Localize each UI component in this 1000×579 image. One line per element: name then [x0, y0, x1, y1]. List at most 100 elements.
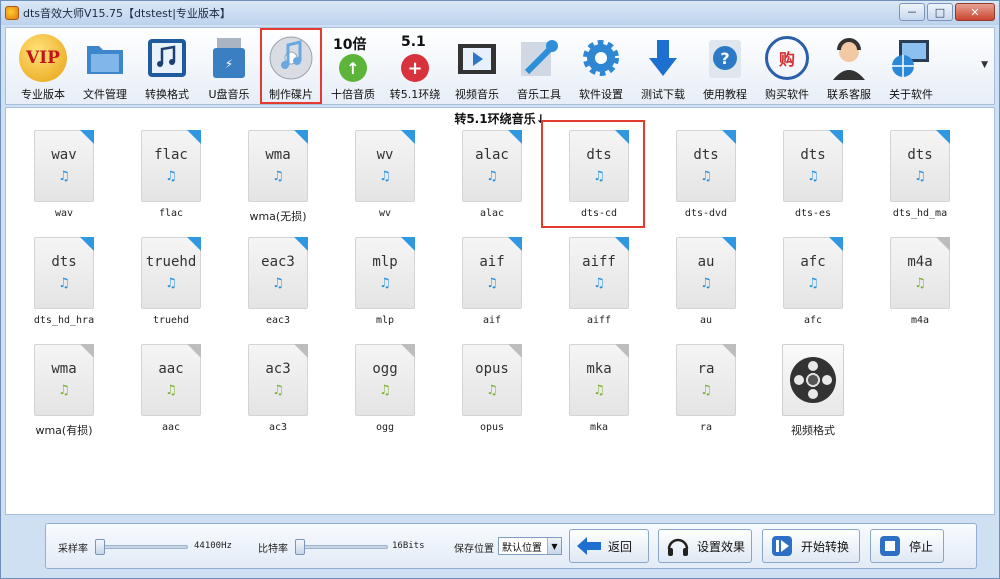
toolbar-item-music-convert[interactable]: 转换格式	[136, 28, 198, 104]
toolbar-more-icon[interactable]: ▼	[981, 60, 988, 70]
format-file-item[interactable]: wma ♫ wma(无损)	[230, 130, 326, 234]
title-bar[interactable]: dts音效大师V15.75【dtstest|专业版本】 － □ ✕	[1, 1, 999, 25]
toolbar-item-label: 购买软件	[765, 88, 809, 101]
music-convert-icon	[143, 34, 191, 82]
file-caption: aiff	[586, 315, 612, 326]
stop-button[interactable]: 停止	[870, 529, 944, 563]
format-file-item[interactable]: dts ♫ dts-dvd	[658, 130, 754, 234]
toolbar-item-usb-drive[interactable]: ⚡ U盘音乐	[198, 28, 260, 104]
music-note-icon: ♫	[593, 383, 605, 398]
sample-rate-value: 44100Hz	[194, 541, 232, 551]
format-file-item[interactable]: mlp ♫ mlp	[337, 237, 433, 341]
format-file-item[interactable]: wav ♫ wav	[16, 130, 112, 234]
music-note-icon: ♫	[379, 383, 391, 398]
file-caption: ra	[699, 422, 713, 433]
format-file-item[interactable]: flac ♫ flac	[123, 130, 219, 234]
music-note-icon: ♫	[700, 169, 712, 184]
bit-rate-slider[interactable]	[295, 539, 388, 555]
back-button[interactable]: 返回	[569, 529, 649, 563]
toolbar-item-folder[interactable]: 文件管理	[74, 28, 136, 104]
file-corner-shape	[829, 130, 843, 144]
format-file-item[interactable]: afc ♫ afc	[765, 237, 861, 341]
format-file-item[interactable]: dts ♫ dts_hd_ma	[872, 130, 968, 234]
music-note-icon: ♫	[272, 276, 284, 291]
file-caption: wma(无损)	[249, 210, 307, 223]
toolbar-item-label: 转5.1环绕	[389, 88, 441, 101]
sample-rate-slider[interactable]	[95, 539, 188, 555]
audio-file-icon: mlp ♫	[355, 237, 415, 309]
format-file-item[interactable]: alac ♫ alac	[444, 130, 540, 234]
chevron-down-icon[interactable]: ▼	[547, 538, 561, 554]
audio-file-icon: aiff ♫	[569, 237, 629, 309]
file-caption: m4a	[910, 315, 930, 326]
file-caption: flac	[158, 208, 184, 219]
toolbar-item-tools[interactable]: 音乐工具	[508, 28, 570, 104]
toolbar-item-disc-music[interactable]: 制作碟片	[260, 28, 322, 104]
format-file-item[interactable]: 视频格式	[765, 344, 861, 448]
file-corner-shape	[722, 237, 736, 251]
format-file-item[interactable]: dts ♫ dts-es	[765, 130, 861, 234]
format-file-item[interactable]: dts ♫ dts_hd_hra	[16, 237, 112, 341]
file-caption: ogg	[375, 422, 395, 433]
file-corner-shape	[294, 344, 308, 358]
format-file-item[interactable]: wv ♫ wv	[337, 130, 433, 234]
format-file-item[interactable]: truehd ♫ truehd	[123, 237, 219, 341]
toolbar-item-label: 制作碟片	[269, 88, 313, 101]
toolbar-item-customer-service[interactable]: 联系客服	[818, 28, 880, 104]
file-corner-shape	[187, 130, 201, 144]
start-convert-button[interactable]: 开始转换	[762, 529, 860, 563]
bit-rate-label: 比特率	[258, 544, 288, 555]
audio-file-icon: ogg ♫	[355, 344, 415, 416]
toolbar-item-gear[interactable]: 软件设置	[570, 28, 632, 104]
music-note-icon: ♫	[165, 169, 177, 184]
close-button[interactable]: ✕	[955, 3, 995, 21]
file-ext-label: flac	[154, 147, 188, 163]
toolbar-item-download-arrow[interactable]: 测试下载	[632, 28, 694, 104]
format-file-item[interactable]: ra ♫ ra	[658, 344, 754, 448]
maximize-button[interactable]: □	[927, 3, 953, 21]
disc-music-icon	[267, 34, 315, 82]
format-file-item[interactable]: ogg ♫ ogg	[337, 344, 433, 448]
usb-drive-icon: ⚡	[205, 34, 253, 82]
bit-rate-slider-thumb[interactable]	[295, 539, 305, 555]
toolbar-item-computer-globe[interactable]: 关于软件	[880, 28, 942, 104]
audio-file-icon: opus ♫	[462, 344, 522, 416]
sample-rate-slider-thumb[interactable]	[95, 539, 105, 555]
minimize-button[interactable]: －	[899, 3, 925, 21]
video-film-icon	[453, 34, 501, 82]
file-ext-label: aac	[158, 361, 184, 377]
format-file-item[interactable]: au ♫ au	[658, 237, 754, 341]
format-file-item[interactable]: wma ♫ wma(有损)	[16, 344, 112, 448]
music-note-icon: ♫	[486, 276, 498, 291]
toolbar-item-buy[interactable]: 购购买软件	[756, 28, 818, 104]
toolbar-item-ten-times[interactable]: 10倍 ↑ 十倍音质	[322, 28, 384, 104]
toolbar-item-help[interactable]: ? 使用教程	[694, 28, 756, 104]
app-icon	[5, 6, 19, 20]
effects-button[interactable]: 设置效果	[658, 529, 752, 563]
format-file-item[interactable]: aif ♫ aif	[444, 237, 540, 341]
toolbar-item-vip[interactable]: VIP 专业版本	[12, 28, 74, 104]
gear-icon	[577, 34, 625, 82]
file-corner-shape	[80, 237, 94, 251]
format-file-item[interactable]: aac ♫ aac	[123, 344, 219, 448]
toolbar-item-video-film[interactable]: 视频音乐	[446, 28, 508, 104]
format-file-item[interactable]: aiff ♫ aiff	[551, 237, 647, 341]
save-location-select[interactable]: 默认位置 ▼	[498, 537, 562, 555]
file-corner-shape	[615, 344, 629, 358]
audio-file-icon: m4a ♫	[890, 237, 950, 309]
file-caption: afc	[803, 315, 823, 326]
file-corner-shape	[80, 344, 94, 358]
format-file-item[interactable]: mka ♫ mka	[551, 344, 647, 448]
format-file-item[interactable]: m4a ♫ m4a	[872, 237, 968, 341]
format-file-item[interactable]: eac3 ♫ eac3	[230, 237, 326, 341]
format-file-item[interactable]: opus ♫ opus	[444, 344, 540, 448]
file-caption: dts_hd_ma	[892, 208, 948, 219]
file-corner-shape	[508, 237, 522, 251]
music-note-icon: ♫	[272, 383, 284, 398]
format-file-item[interactable]: ac3 ♫ ac3	[230, 344, 326, 448]
file-corner-shape	[508, 344, 522, 358]
file-ext-label: mka	[586, 361, 612, 377]
section-title: 转5.1环绕音乐↓	[454, 112, 546, 126]
toolbar-item-surround-51[interactable]: 5.1 + 转5.1环绕	[384, 28, 446, 104]
music-note-icon: ♫	[58, 276, 70, 291]
